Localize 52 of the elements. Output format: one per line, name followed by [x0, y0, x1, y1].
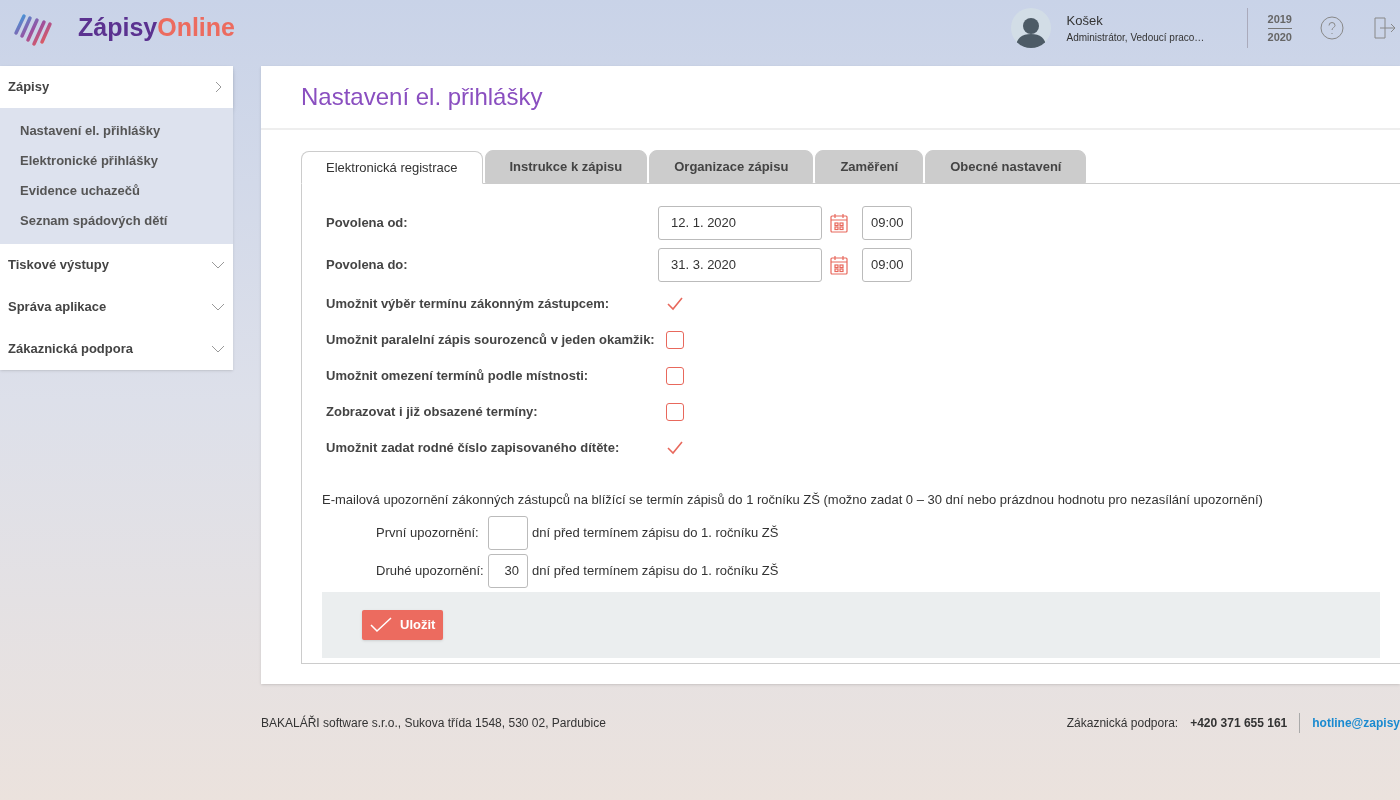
help-icon[interactable] — [1320, 16, 1344, 40]
field-label: Zobrazovat i již obsazené termíny: — [326, 403, 539, 422]
sidebar-item[interactable]: Zákaznická podpora — [0, 328, 233, 370]
tab[interactable]: Organizace zápisu — [649, 150, 814, 183]
support-phone: +420 371 655 161 — [1190, 715, 1288, 732]
tab[interactable]: Zaměření — [815, 150, 924, 183]
sidebar-subitem[interactable]: Nastavení el. přihlášky — [0, 116, 233, 146]
avatar-icon — [1010, 8, 1051, 48]
reminder-suffix: dní před termínem zápisu do 1. ročníku ZŠ — [532, 561, 779, 580]
company-address: BAKALÁŘI software s.r.o., Sukova třída 1548, 530 02, Pardubice — [261, 714, 606, 732]
checkbox[interactable] — [666, 439, 684, 457]
field-label: Umožnit zadat rodné číslo zapisovaného dítěte: — [326, 439, 621, 458]
reminder-suffix: dní před termínem zápisu do 1. ročníku ZŠ — [532, 523, 779, 542]
tab[interactable]: Elektronická registrace — [301, 151, 483, 184]
school-year-from[interactable]: 2019 — [1267, 11, 1292, 29]
checkbox[interactable] — [666, 295, 684, 313]
user-name: Košek — [1066, 11, 1104, 30]
sidebar-item[interactable]: Zápisy — [0, 66, 233, 108]
reminder-label: Druhé upozornění: — [376, 561, 485, 580]
logo-text: Zápisy — [78, 12, 158, 44]
sidebar-subitem[interactable]: Elektronické přihlášky — [0, 146, 233, 176]
checkbox[interactable] — [666, 403, 684, 421]
calendar-icon[interactable] — [830, 213, 848, 233]
logout-icon[interactable] — [1372, 16, 1396, 40]
user-role: Administrátor, Vedoucí praco… — [1066, 31, 1206, 46]
checkbox[interactable] — [666, 367, 684, 385]
tab[interactable]: Instrukce k zápisu — [484, 150, 648, 183]
date-field[interactable]: 31. 3. 2020 — [658, 248, 822, 282]
field-label: Povolena do: — [326, 256, 409, 275]
calendar-icon[interactable] — [830, 255, 848, 275]
notice-text: E-mailová upozornění zákonných zástupců na blížící se termín zápisů do 1 ročníku ZŠ (možno zadat 0 – 30 dní nebo prázdnou hodnotu pro nezasílání upozornění) — [322, 491, 1264, 509]
tab[interactable]: Obecné nastavení — [925, 150, 1087, 183]
reminder-label: První upozornění: — [376, 523, 480, 542]
page-title: Nastavení el. přihlášky — [301, 82, 543, 112]
date-field[interactable]: 12. 1. 2020 — [658, 206, 822, 240]
field-label: Umožnit paralelní zápis sourozenců v jeden okamžik: — [326, 331, 656, 350]
field-label: Umožnit omezení termínů podle místnosti: — [326, 367, 590, 386]
school-year-to[interactable]: 2020 — [1267, 28, 1292, 45]
check-icon — [370, 616, 392, 633]
sidebar-item[interactable]: Tiskové výstupy — [0, 244, 233, 286]
time-field[interactable]: 09:00 — [862, 248, 912, 282]
days-input-field[interactable] — [488, 515, 528, 550]
logo-text: Online — [157, 12, 235, 44]
checkbox[interactable] — [666, 331, 684, 349]
days-input-field[interactable]: 30 — [488, 553, 528, 588]
time-field[interactable]: 09:00 — [862, 206, 912, 240]
sidebar-item[interactable]: Správa aplikace — [0, 286, 233, 328]
sidebar-subitem[interactable]: Evidence uchazečů — [0, 176, 233, 206]
sidebar-subitem[interactable]: Seznam spádových dětí — [0, 206, 233, 236]
field-label: Umožnit výběr termínu zákonným zástupcem: — [326, 295, 611, 314]
field-label: Povolena od: — [326, 214, 409, 233]
support-label: Zákaznická podpora: — [1066, 715, 1179, 732]
